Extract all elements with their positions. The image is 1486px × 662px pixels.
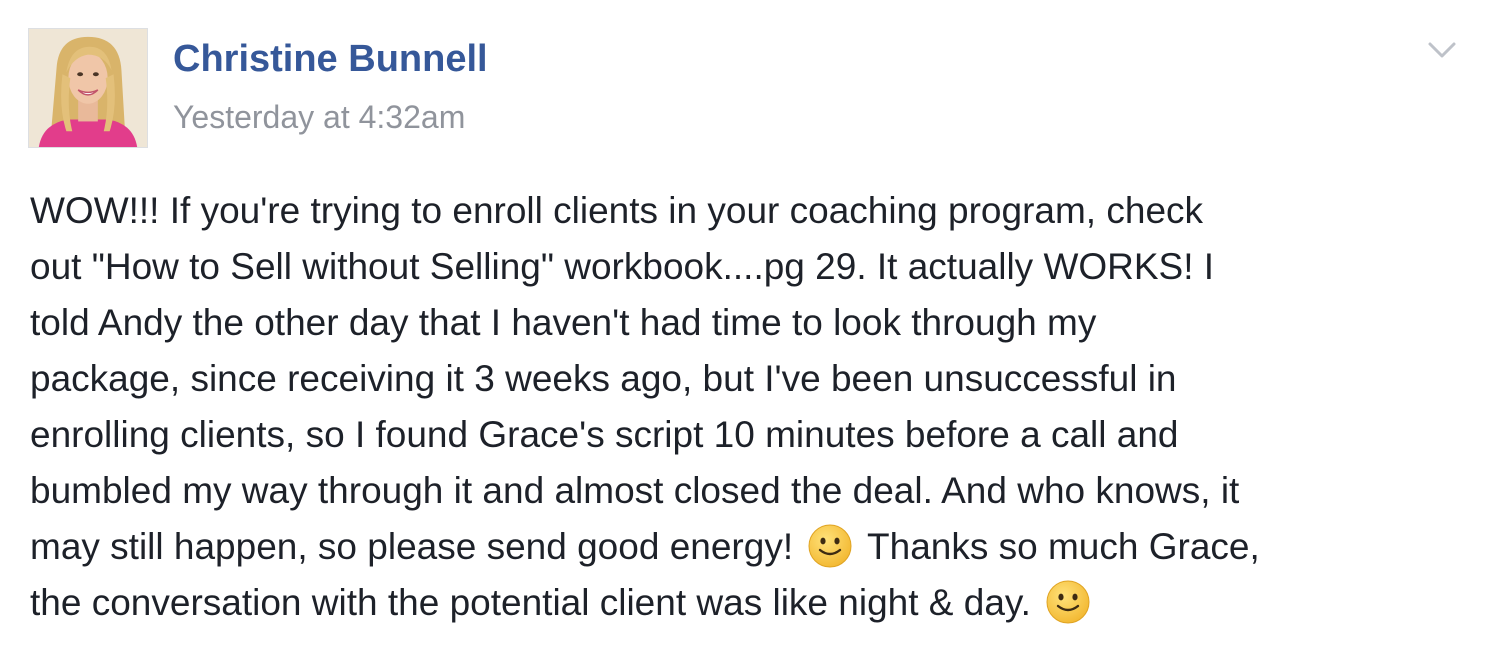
smiley-icon — [1045, 579, 1091, 625]
post-text-line: out "How to Sell without Selling" workbo… — [30, 239, 1460, 295]
smiley-icon — [807, 523, 853, 569]
post-text-line: the conversation with the potential clie… — [30, 575, 1460, 631]
post-body-text: WOW!!! If you're trying to enroll client… — [30, 183, 1460, 631]
post-text-segment: Thanks so much Grace, — [867, 526, 1260, 567]
post-text-segment: bumbled my way through it and almost clo… — [30, 470, 1240, 511]
chevron-down-icon — [1428, 42, 1456, 58]
post-text-segment: out "How to Sell without Selling" workbo… — [30, 246, 1215, 287]
profile-photo-icon — [29, 29, 147, 147]
post-text-line: may still happen, so please send good en… — [30, 519, 1460, 575]
author-name[interactable]: Christine Bunnell — [173, 38, 488, 81]
post-text-line: package, since receiving it 3 weeks ago,… — [30, 351, 1460, 407]
post-text-line: WOW!!! If you're trying to enroll client… — [30, 183, 1460, 239]
avatar[interactable] — [28, 28, 148, 148]
post-timestamp[interactable]: Yesterday at 4:32am — [173, 99, 465, 136]
post-text-segment: told Andy the other day that I haven't h… — [30, 302, 1097, 343]
post-text-segment: may still happen, so please send good en… — [30, 526, 794, 567]
post-text-line: enrolling clients, so I found Grace's sc… — [30, 407, 1460, 463]
post-text-segment: enrolling clients, so I found Grace's sc… — [30, 414, 1179, 455]
facebook-post: Christine Bunnell Yesterday at 4:32am WO… — [0, 0, 1486, 662]
post-options-button[interactable] — [1424, 36, 1460, 64]
post-text-segment: the conversation with the potential clie… — [30, 582, 1031, 623]
post-text-segment: WOW!!! If you're trying to enroll client… — [30, 190, 1204, 231]
post-text-line: bumbled my way through it and almost clo… — [30, 463, 1460, 519]
post-text-segment: package, since receiving it 3 weeks ago,… — [30, 358, 1177, 399]
post-text-line: told Andy the other day that I haven't h… — [30, 295, 1460, 351]
